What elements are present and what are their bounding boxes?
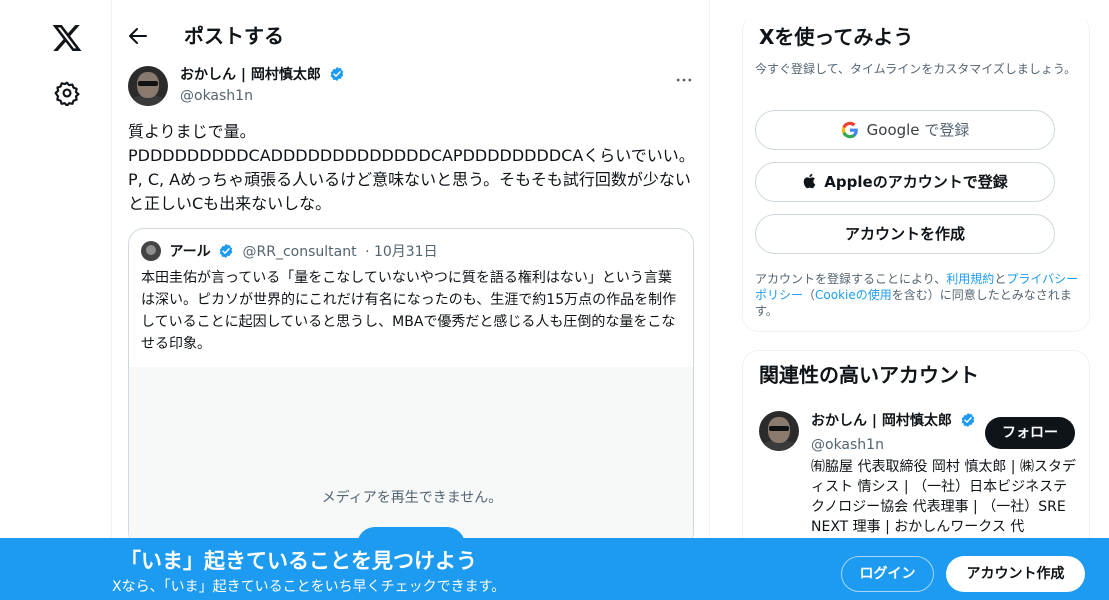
more-options-icon[interactable] bbox=[674, 70, 694, 90]
avatar[interactable] bbox=[128, 66, 168, 106]
page-header: ポストする bbox=[112, 12, 710, 60]
google-icon bbox=[841, 121, 858, 139]
author-handle[interactable]: @okash1n bbox=[180, 87, 253, 105]
follow-button[interactable]: フォロー bbox=[985, 417, 1075, 449]
author-name-text[interactable]: おかしん | 岡村慎太郎 bbox=[180, 67, 321, 83]
page-title: ポストする bbox=[184, 24, 284, 48]
author-name[interactable]: おかしん | 岡村慎太郎 bbox=[180, 66, 345, 84]
quoted-post-date: · 10月31日 bbox=[365, 244, 438, 260]
terms-link[interactable]: 利用規約 bbox=[946, 272, 994, 286]
login-banner: 「いま」起きていることを見つけよう Xなら、「いま」起きていることをいち早くチェ… bbox=[0, 538, 1109, 600]
recommended-account-handle[interactable]: @okash1n bbox=[811, 435, 884, 455]
login-button[interactable]: ログイン bbox=[841, 556, 934, 592]
create-account-button[interactable]: アカウントを作成 bbox=[755, 214, 1055, 254]
verified-badge-icon bbox=[961, 413, 975, 427]
x-logo-icon[interactable] bbox=[51, 22, 83, 54]
quoted-avatar bbox=[141, 241, 161, 261]
signup-card: Xを使ってみよう 今すぐ登録して、タイムラインをカスタマイズしましょう。 Goo… bbox=[742, 14, 1090, 332]
apple-signup-button[interactable]: Appleのアカウントで登録 bbox=[755, 162, 1055, 202]
google-signup-suffix: で登録 bbox=[924, 121, 970, 139]
google-signup-label: Google bbox=[866, 121, 920, 139]
signup-button[interactable]: アカウント作成 bbox=[946, 556, 1085, 592]
banner-title: 「いま」起きていることを見つけよう bbox=[120, 549, 477, 573]
post-text: 質よりまじで量。 PDDDDDDDDDCADDDDDDDDDDDDDCAPDDD… bbox=[128, 122, 695, 213]
apple-icon bbox=[804, 173, 816, 189]
post-author: おかしん | 岡村慎太郎 @okash1n bbox=[128, 64, 694, 108]
arrow-left-icon[interactable] bbox=[126, 24, 150, 48]
quoted-author-name: アール bbox=[169, 244, 211, 260]
recommended-account-name[interactable]: おかしん | 岡村慎太郎 bbox=[811, 411, 981, 431]
legal-notice: アカウントを登録することにより、利用規約とプライバシーポリシー（Cookieの使… bbox=[755, 271, 1085, 319]
media-error-message: メディアを再生できません。 bbox=[321, 490, 503, 506]
banner-subtitle: Xなら、「いま」起きていることをいち早くチェックできます。 bbox=[112, 579, 506, 595]
related-accounts-title: 関連性の高いアカウント bbox=[759, 363, 979, 387]
signup-card-subtitle: 今すぐ登録して、タイムラインをカスタマイズしましょう。 bbox=[755, 62, 1077, 76]
verified-badge-icon bbox=[330, 67, 344, 81]
apple-signup-label: Appleのアカウントで登録 bbox=[824, 173, 1008, 191]
right-sidebar: Xを使ってみよう 今すぐ登録して、タイムラインをカスタマイズしましょう。 Goo… bbox=[742, 0, 1090, 600]
cookie-policy-link[interactable]: Cookieの使用 bbox=[815, 288, 892, 302]
google-signup-button[interactable]: Google で登録 bbox=[755, 110, 1055, 150]
quoted-author-handle: @RR_consultant bbox=[242, 244, 357, 260]
quoted-post-text: 本田圭佑が言っている「量をこなしていないやつに質を語る権利はない」という言葉は深… bbox=[141, 270, 677, 352]
verified-badge-icon bbox=[219, 244, 233, 258]
avatar[interactable] bbox=[759, 411, 799, 451]
recommended-account[interactable]: おかしん | 岡村慎太郎 @okash1n フォロー ㈲脇屋 代表取締役 岡村 … bbox=[759, 411, 1079, 551]
legal-text-and: と bbox=[994, 272, 1007, 286]
quoted-post[interactable]: アール @RR_consultant · 10月31日 本田圭佑が言っている「量… bbox=[128, 228, 694, 548]
signup-card-title: Xを使ってみよう bbox=[759, 25, 914, 49]
main-column: ポストする おかしん | 岡村慎太郎 @okash1n 質よりまじで量。 PDD… bbox=[112, 0, 710, 600]
media-placeholder[interactable]: メディアを再生できません。 bbox=[129, 367, 693, 547]
legal-text-paren: （ bbox=[803, 288, 816, 302]
gear-icon[interactable] bbox=[54, 80, 80, 106]
quoted-post-header: アール @RR_consultant · 10月31日 bbox=[141, 241, 438, 261]
recommended-account-bio: ㈲脇屋 代表取締役 岡村 慎太郎 | ㈱スタディスト 情シス | （一社）日本ビ… bbox=[811, 459, 1076, 535]
left-nav bbox=[0, 0, 112, 600]
legal-text-pre: アカウントを登録することにより、 bbox=[755, 272, 947, 286]
recommended-account-name-text[interactable]: おかしん | 岡村慎太郎 bbox=[811, 413, 952, 429]
